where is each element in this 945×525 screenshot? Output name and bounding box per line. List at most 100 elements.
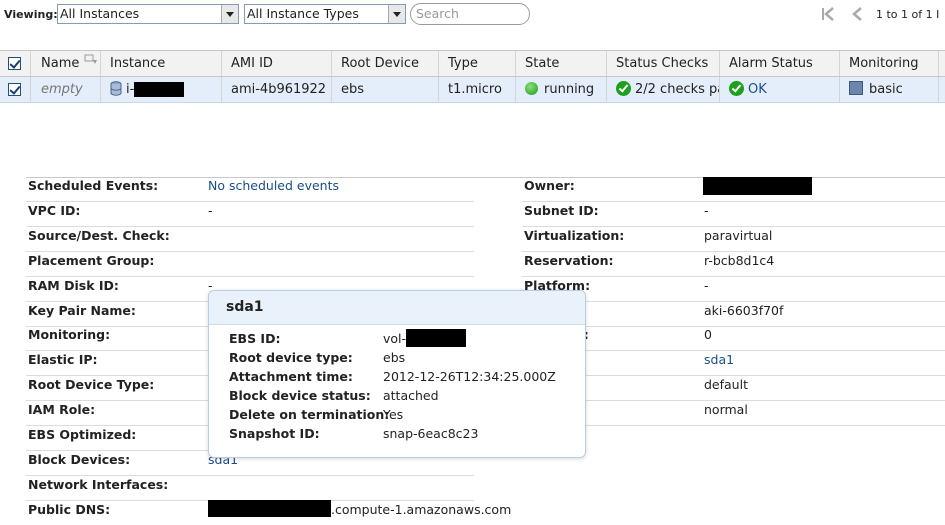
- detail-label: Reservation:: [524, 253, 614, 268]
- chevron-down-icon: [388, 5, 405, 23]
- detail-label: Elastic IP:: [28, 352, 98, 367]
- cell-alarm-status[interactable]: OK: [719, 77, 840, 102]
- detail-value: r-bcb8d1c4: [704, 253, 775, 268]
- detail-row: Virtualization: paravirtual: [522, 227, 945, 252]
- detail-value: 0: [704, 327, 712, 342]
- detail-label: Root Device Type:: [28, 377, 155, 392]
- detail-label: Virtualization:: [524, 228, 625, 243]
- alarm-ok-icon: [729, 81, 744, 96]
- cell-instance[interactable]: i-: [100, 77, 221, 102]
- search-input[interactable]: Search: [410, 3, 530, 25]
- detail-label: Monitoring:: [28, 327, 111, 342]
- popover-label: Snapshot ID:: [229, 426, 320, 441]
- popover-row: EBS ID: vol-: [229, 329, 569, 348]
- instance-icon: [110, 81, 122, 96]
- viewing-label: Viewing:: [4, 8, 58, 21]
- toolbar: Viewing: All Instances All Instance Type…: [0, 0, 945, 30]
- column-header-alarm-status[interactable]: Alarm Status: [719, 51, 840, 76]
- cell-overflow: [938, 77, 945, 102]
- detail-value[interactable]: No scheduled events: [208, 178, 339, 194]
- detail-value: -: [208, 203, 213, 218]
- popover-label: Block device status:: [229, 388, 371, 403]
- detail-label: Block Devices:: [28, 452, 131, 467]
- redacted-public-dns: [208, 500, 331, 517]
- cell-state[interactable]: running: [515, 77, 607, 102]
- alarm-status-link[interactable]: OK: [748, 82, 767, 97]
- popover-value: attached: [383, 388, 439, 403]
- column-header-ami-id[interactable]: AMI ID: [221, 51, 332, 76]
- column-header-status-checks[interactable]: Status Checks: [606, 51, 720, 76]
- cell-name[interactable]: empty: [30, 77, 102, 102]
- previous-page-icon[interactable]: [850, 6, 864, 22]
- detail-row: Scheduled Events: No scheduled events: [26, 177, 474, 202]
- detail-value: -: [704, 278, 709, 293]
- popover-row: Block device status: attached: [229, 386, 569, 405]
- sort-icon[interactable]: [84, 54, 98, 66]
- detail-label: Public DNS:: [28, 502, 111, 517]
- column-header-name-label: Name: [41, 56, 80, 71]
- detail-row: Network Interfaces:: [26, 476, 474, 501]
- popover-value: snap-6eac8c23: [383, 426, 479, 441]
- detail-label: Placement Group:: [28, 253, 155, 268]
- detail-row: Subnet ID: -: [522, 202, 945, 227]
- cell-status-checks[interactable]: 2/2 checks pa: [606, 77, 720, 102]
- chevron-down-icon: [221, 5, 238, 23]
- instances-filter-value: All Instances: [60, 6, 140, 21]
- column-header-name[interactable]: Name: [30, 51, 102, 76]
- instances-filter-select[interactable]: All Instances: [57, 4, 239, 24]
- table-row[interactable]: empty i- ami-4b961922 ebs t1.micro runni…: [0, 77, 945, 103]
- check-passed-icon: [616, 81, 631, 96]
- detail-row: Placement Group:: [26, 252, 474, 277]
- cell-monitoring[interactable]: basic: [839, 77, 939, 102]
- detail-label: Scheduled Events:: [28, 178, 159, 193]
- column-header-monitoring[interactable]: Monitoring: [839, 51, 939, 76]
- detail-label: IAM Role:: [28, 402, 96, 417]
- row-checkbox[interactable]: [8, 83, 21, 96]
- popover-value: vol-: [383, 331, 407, 346]
- instance-types-filter-value: All Instance Types: [247, 6, 359, 21]
- detail-label: EBS Optimized:: [28, 427, 137, 442]
- column-header-state[interactable]: State: [515, 51, 607, 76]
- row-select-cell[interactable]: [0, 77, 30, 102]
- detail-value: default: [704, 377, 748, 392]
- detail-label: VPC ID:: [28, 203, 81, 218]
- detail-value[interactable]: sda1: [704, 352, 734, 368]
- popover-label: EBS ID:: [229, 331, 281, 346]
- popover-row: Root device type: ebs: [229, 348, 569, 367]
- detail-value: -: [704, 203, 709, 218]
- redacted-instance-id: [134, 82, 185, 97]
- instance-id-prefix: i-: [126, 82, 135, 97]
- cell-ami-id[interactable]: ami-4b961922: [221, 77, 332, 102]
- column-header-root-device[interactable]: Root Device: [331, 51, 439, 76]
- running-status-icon: [525, 82, 538, 95]
- select-all-checkbox[interactable]: [8, 57, 21, 70]
- detail-row: Source/Dest. Check:: [26, 227, 474, 252]
- cell-root-device[interactable]: ebs: [331, 77, 439, 102]
- popover-row: Snapshot ID: snap-6eac8c23: [229, 424, 569, 443]
- popover-title: sda1: [209, 291, 585, 325]
- popover-label: Root device type:: [229, 350, 353, 365]
- detail-label: Network Interfaces:: [28, 477, 169, 492]
- state-label: running: [544, 82, 595, 97]
- popover-row: Delete on termination: Yes: [229, 405, 569, 424]
- instance-types-filter-select[interactable]: All Instance Types: [244, 4, 406, 24]
- table-header: Name Instance AMI ID Root Device Type St…: [0, 50, 945, 77]
- monitoring-icon: [849, 81, 863, 95]
- column-header-instance[interactable]: Instance: [100, 51, 221, 76]
- first-page-icon[interactable]: [820, 6, 836, 22]
- status-checks-label: 2/2 checks pa: [635, 82, 720, 97]
- detail-value: normal: [704, 402, 748, 417]
- search-placeholder: Search: [416, 6, 459, 21]
- detail-row: Reservation: r-bcb8d1c4: [522, 252, 945, 277]
- popover-value: Yes: [383, 407, 404, 422]
- popover-value: ebs: [383, 350, 406, 365]
- detail-value: aki-6603f70f: [704, 303, 784, 318]
- select-all-cell[interactable]: [0, 51, 30, 76]
- detail-label: Subnet ID:: [524, 203, 599, 218]
- column-header-type[interactable]: Type: [438, 51, 516, 76]
- column-header-overflow: [938, 51, 945, 76]
- popover-label: Attachment time:: [229, 369, 353, 384]
- cell-type[interactable]: t1.micro: [438, 77, 516, 102]
- pagination-text: 1 to 1 of 1 I: [876, 8, 940, 21]
- popover-label: Delete on termination:: [229, 407, 390, 422]
